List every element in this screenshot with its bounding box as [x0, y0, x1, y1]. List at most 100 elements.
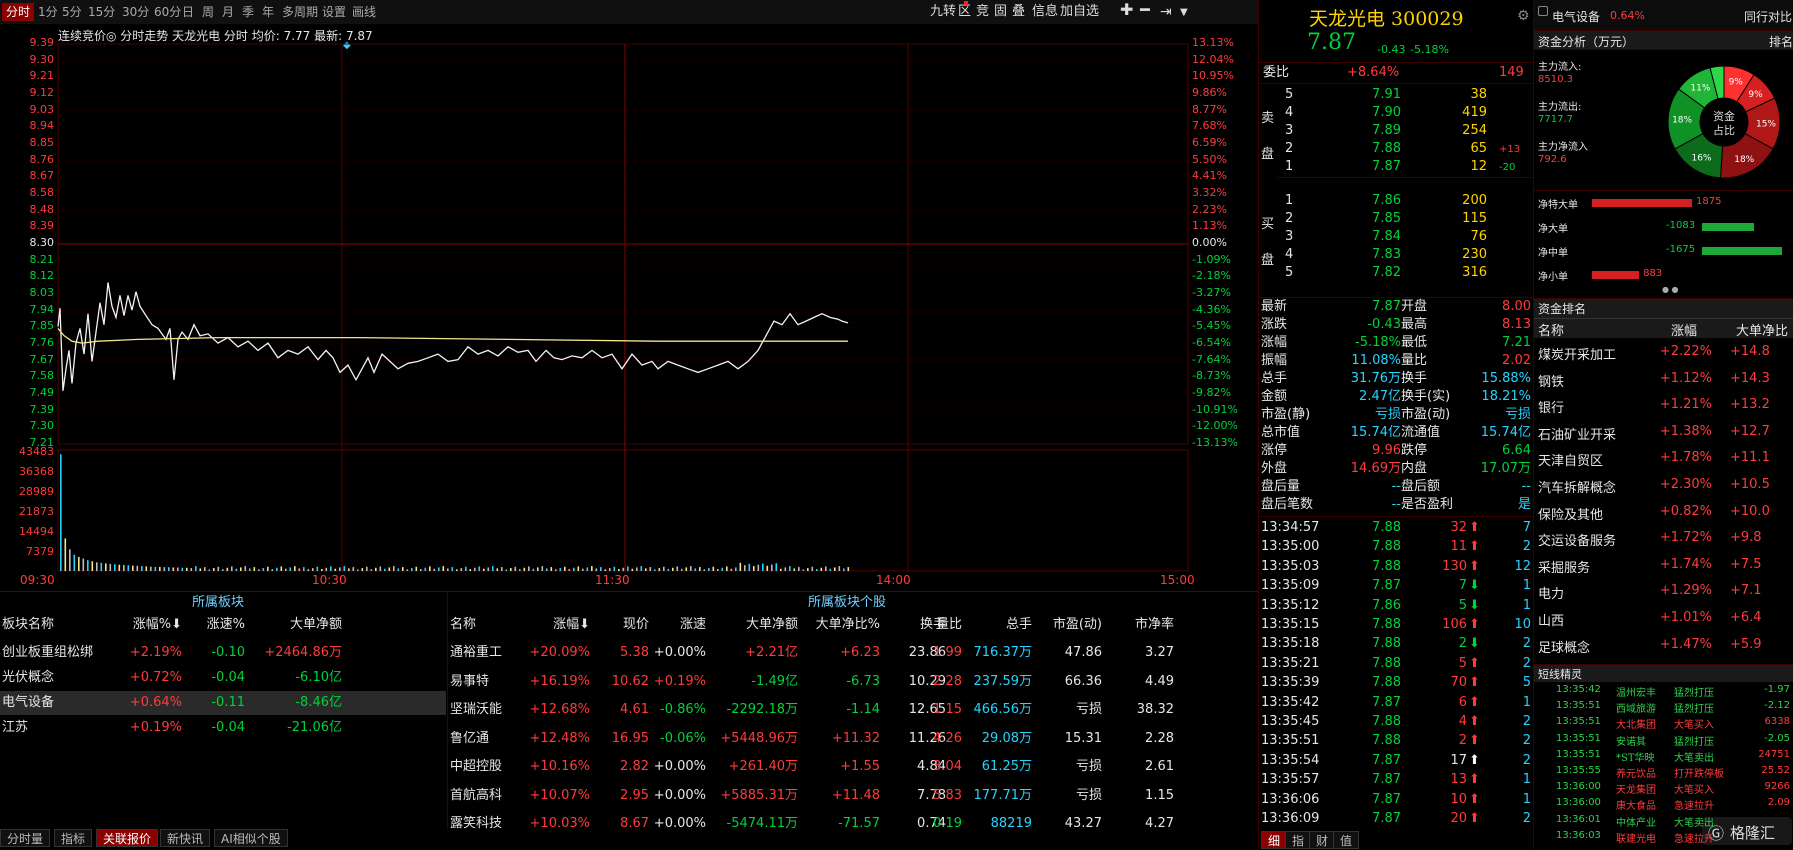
toolbar-item-6[interactable]: 加自选 [1060, 3, 1099, 21]
notice-dot [964, 1, 968, 5]
stock-header-0[interactable]: 名称 [450, 614, 476, 636]
period-tab-7[interactable]: 周 [198, 3, 218, 21]
rank-cell[interactable]: 银行 [1538, 397, 1564, 416]
period-tab-3[interactable]: 15分 [84, 3, 119, 21]
period-tab-8[interactable]: 月 [218, 3, 238, 21]
volume-bar [573, 567, 575, 571]
period-tab-2[interactable]: 5分 [58, 3, 86, 21]
rank-tab[interactable]: 排名 [1769, 33, 1793, 50]
tick-volume: 2 [1458, 733, 1467, 749]
rank-cell[interactable]: 山西 [1538, 610, 1564, 629]
rank-cell[interactable]: 保险及其他 [1538, 504, 1603, 523]
price-tick: 8.39 [29, 219, 55, 233]
toolbar-item-4[interactable]: 叠 [1012, 3, 1025, 21]
tick-volume: 106 [1442, 617, 1467, 632]
sprite-stock[interactable]: 温州宏丰 [1616, 684, 1656, 699]
price-tick: 7.94 [29, 302, 55, 316]
period-tab-12[interactable]: 设置 [318, 3, 350, 21]
rank-cell[interactable]: 采掘服务 [1538, 557, 1590, 576]
bottom-tab-3[interactable]: 新快讯 [160, 829, 211, 847]
stock-header-3[interactable]: 涨速 [648, 614, 706, 636]
stock-header-1[interactable]: 涨幅⬇ [525, 614, 590, 636]
rank-cell[interactable]: 煤炭开采加工 [1538, 344, 1616, 363]
weibi-label: 委比 [1263, 65, 1290, 80]
period-tab-9[interactable]: 季 [238, 3, 258, 21]
minus-icon[interactable]: ━ [1140, 1, 1150, 19]
sell-level: 2 [1285, 141, 1294, 156]
rank-header-0[interactable]: 名称 [1538, 320, 1564, 339]
rank-cell[interactable]: 汽车拆解概念 [1538, 477, 1616, 496]
stock-cell[interactable]: 坚瑞沃能 [450, 696, 502, 724]
stock-cell[interactable]: 首航高科 [450, 782, 502, 810]
volume-bar [91, 561, 94, 571]
stock-header-8[interactable]: 总手 [976, 614, 1032, 636]
rank-header-2[interactable]: 大单净比 [1736, 320, 1792, 339]
sector-header-1[interactable]: 涨幅%⬇ [122, 614, 182, 636]
bottom-tab-2[interactable]: 关联报价 [96, 829, 159, 847]
rank-cell[interactable]: 足球概念 [1538, 637, 1590, 656]
analysis-title: 资金分析（万元） [1538, 35, 1635, 49]
stock-header-10[interactable]: 市净率 [1106, 614, 1174, 636]
sector-header-3[interactable]: 大单净额 [262, 614, 342, 636]
stock-header-7[interactable]: 量比 [924, 614, 962, 636]
plus-icon[interactable]: ✚ [1120, 1, 1133, 19]
bottom-tab-4[interactable]: AI相似个股 [214, 829, 288, 847]
sector-cell[interactable]: 创业板重组松绑 [2, 639, 93, 667]
rank-header-1[interactable]: 涨幅 [1654, 320, 1714, 339]
toolbar-item-0[interactable]: 九转 [930, 3, 956, 21]
sprite-stock[interactable]: 养元饮品 [1616, 765, 1656, 780]
sprite-stock[interactable]: 中体产业 [1616, 814, 1656, 829]
quote-tab-3[interactable]: 值 [1333, 831, 1360, 849]
quote-tab-2[interactable]: 财 [1309, 831, 1336, 849]
rank-cell[interactable]: 天津自贸区 [1538, 450, 1603, 469]
chevron-down-icon[interactable]: ▼ [1180, 4, 1188, 22]
intraday-chart[interactable]: 连续竞价◎ 分时走势 天龙光电 分时 均价: 7.77 最新: 7.87 ◆ 9… [0, 24, 1258, 591]
stock-header-5[interactable]: 大单净比% [800, 614, 880, 636]
stat-value: 15.74亿 [1480, 425, 1531, 440]
sprite-stock[interactable]: 西域旅游 [1616, 700, 1656, 715]
quote-tab-0[interactable]: 细 [1261, 831, 1288, 849]
rank-cell[interactable]: 交运设备服务 [1538, 530, 1616, 549]
sector-header-2[interactable]: 涨速% [190, 614, 245, 636]
tick-price: 7.87 [1372, 811, 1401, 826]
step-icon[interactable]: ⇥ [1160, 3, 1172, 21]
page-dots[interactable]: ● ● [1662, 285, 1679, 294]
rank-cell[interactable]: 钢铁 [1538, 371, 1564, 390]
stock-cell[interactable]: 易事特 [450, 668, 489, 696]
sprite-stock[interactable]: 大北集团 [1616, 716, 1656, 731]
sector-cell[interactable]: 电气设备 [2, 689, 54, 717]
toolbar-item-2[interactable]: 竞 [976, 3, 989, 21]
bottom-tab-0[interactable]: 分时量 [0, 829, 51, 847]
stock-cell[interactable]: 中超控股 [450, 753, 502, 781]
sector-header-0[interactable]: 板块名称 [2, 614, 54, 636]
stock-header-9[interactable]: 市盈(动) [1044, 614, 1102, 636]
stock-cell[interactable]: 鲁亿通 [450, 725, 489, 753]
compare-link[interactable]: 同行对比 [1744, 8, 1792, 25]
sprite-stock[interactable]: 天龙集团 [1616, 781, 1656, 796]
bottom-tab-1[interactable]: 指标 [54, 829, 93, 847]
gear-icon[interactable]: ⚙ [1517, 8, 1530, 24]
sector-cell[interactable]: 江苏 [2, 714, 28, 742]
stock-header-2[interactable]: 现价 [594, 614, 649, 636]
rank-cell[interactable]: 石油矿业开采 [1538, 424, 1616, 443]
toolbar-item-1[interactable]: 区 [958, 3, 971, 21]
sprite-stock[interactable]: 联建光电 [1616, 830, 1656, 845]
toolbar-item-5[interactable]: 信息 [1032, 3, 1058, 21]
period-tab-0[interactable]: 分时 [2, 3, 35, 21]
stock-header-4[interactable]: 大单净额 [716, 614, 798, 636]
rank-cell[interactable]: 电力 [1538, 583, 1564, 602]
period-tab-13[interactable]: 画线 [348, 3, 380, 21]
sector-cell[interactable]: 光伏概念 [2, 664, 54, 692]
toolbar-item-3[interactable]: 固 [994, 3, 1007, 21]
sprite-stock[interactable]: *ST华映 [1616, 749, 1655, 764]
stock-cell[interactable]: 通裕重工 [450, 639, 502, 667]
period-tab-11[interactable]: 多周期 [278, 3, 322, 21]
period-tab-10[interactable]: 年 [258, 3, 278, 21]
sprite-stock[interactable]: 康大食品 [1616, 797, 1656, 812]
quote-tab-1[interactable]: 指 [1285, 831, 1312, 849]
period-tab-6[interactable]: 日 [178, 3, 198, 21]
price-tick: 7.85 [29, 319, 55, 333]
industry-name[interactable]: 电气设备 [1552, 8, 1600, 25]
period-tab-4[interactable]: 30分 [118, 3, 153, 21]
sprite-stock[interactable]: 安诺其 [1616, 733, 1646, 748]
